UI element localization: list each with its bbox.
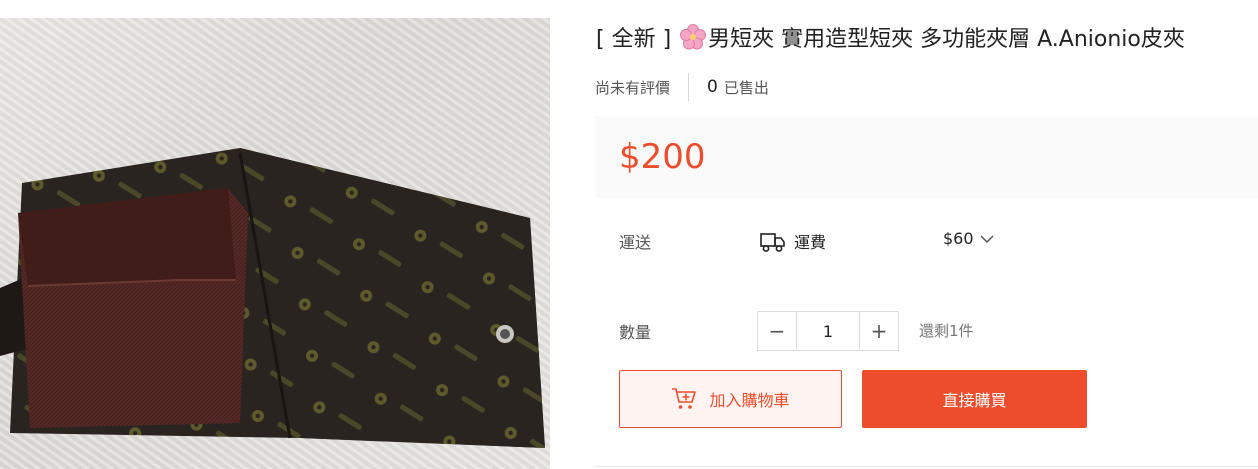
buy-now-button[interactable]: 直接購買	[862, 370, 1087, 428]
product-meta: 尚未有評價 0 已售出	[595, 72, 769, 102]
title-prefix: [ 全新 ]	[596, 27, 672, 52]
sold-count: 0	[707, 77, 718, 97]
section-divider	[595, 466, 1258, 467]
quantity-input[interactable]: 1	[796, 312, 860, 350]
price-section: $200	[595, 116, 1258, 198]
shipping-fee-value: $60	[943, 229, 974, 248]
stock-remaining: 還剩1件	[919, 322, 974, 340]
product-image[interactable]	[0, 18, 550, 469]
quantity-label: 數量	[619, 323, 652, 342]
divider	[688, 73, 690, 101]
truck-icon	[760, 233, 785, 252]
buy-now-label: 直接購買	[942, 391, 1007, 410]
shipping-fee-label: 運費	[794, 233, 827, 252]
product-title: [ 全新 ] 男短夾 實用造型短夾 多功能夾層 A.Anionio皮夾	[596, 24, 1258, 56]
shipping-label: 運送	[619, 233, 652, 252]
add-to-cart-button[interactable]: 加入購物車	[619, 370, 842, 428]
sold-label: 已售出	[723, 78, 769, 97]
add-to-cart-icon	[672, 388, 697, 409]
shipping-fee-dropdown[interactable]: $60	[943, 229, 994, 248]
price: $200	[619, 137, 706, 177]
quantity-increase-button[interactable]: +	[860, 312, 898, 350]
add-to-cart-label: 加入購物車	[709, 391, 790, 410]
title-text: 男短夾 實用造型短夾 多功能夾層 A.Anionio皮夾	[708, 27, 1185, 52]
quantity-stepper: − 1 +	[757, 311, 899, 351]
chevron-down-icon	[980, 234, 994, 243]
wallet-illustration	[0, 148, 545, 448]
quantity-decrease-button[interactable]: −	[758, 312, 796, 350]
cherry-blossom-icon	[680, 24, 707, 50]
rating-status[interactable]: 尚未有評價	[595, 77, 670, 98]
